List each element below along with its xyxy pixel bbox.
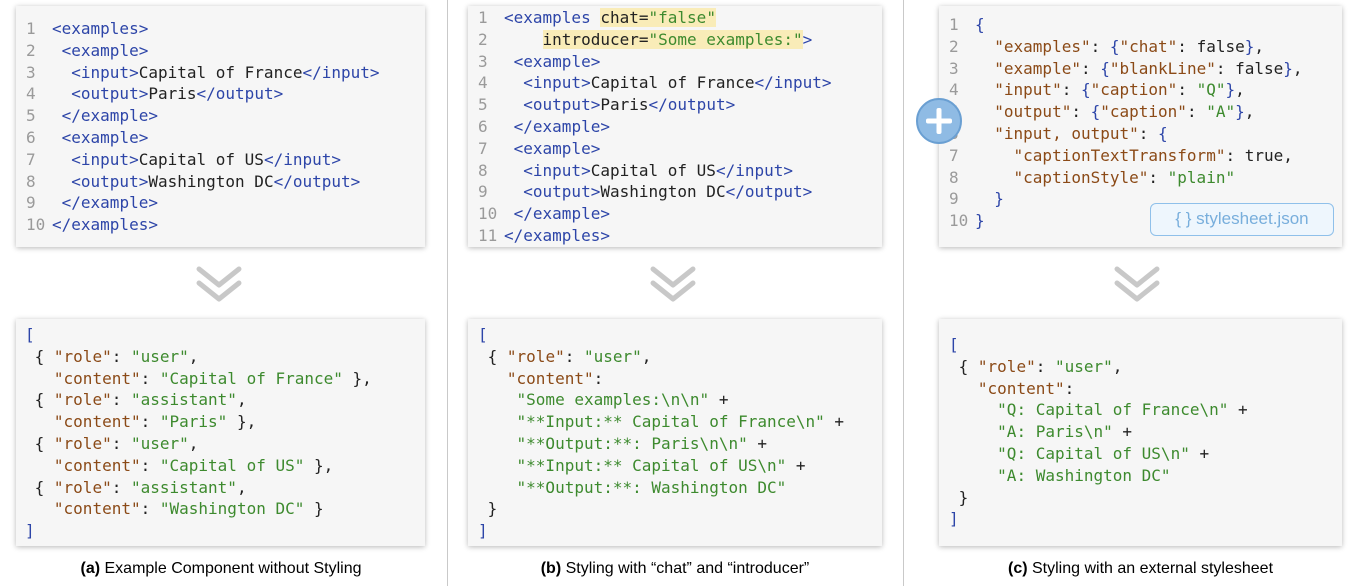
panel-a-output-box: [ { "role": "user", "content": "Capital … [16,319,425,546]
line-number: 5 [26,106,36,126]
line-number: 4 [478,73,488,93]
panel-c-output-box: [ { "role": "user", "content": "Q: Capit… [939,319,1342,546]
caption-a: (a) Example Component without Styling [16,560,426,578]
line-number: 10 [949,211,969,231]
line-number: 10 [26,215,46,235]
caption-b-label: (b) [540,560,562,577]
line-number: 9 [26,193,36,213]
line-number: 7 [26,149,36,169]
line-number: 3 [949,58,959,78]
panel-a-xml-code: 1 <examples> 2 <example> 3 <input>Capital… [26,19,380,235]
caption-b-text: Styling with “chat” and “introducer” [561,560,810,577]
line-number: 11 [478,225,498,245]
caption-c: (c) Styling with an external stylesheet [939,560,1342,578]
line-number: 7 [949,145,959,165]
line-number: 1 [478,8,488,27]
line-number: 8 [949,167,959,187]
panel-c-json-code: 1{ 2 "examples": {"chat": false}, 3 "exa… [949,15,1303,231]
line-number: 1 [949,15,959,34]
line-number: 2 [478,29,488,49]
panel-a-output-code: [ { "role": "user", "content": "Capital … [25,325,372,541]
line-number: 3 [26,62,36,82]
caption-a-text: Example Component without Styling [100,560,362,577]
panel-b-output-box: [ { "role": "user", "content": "Some exa… [468,319,882,546]
line-number: 3 [478,51,488,71]
divider-right [903,0,904,586]
caption-c-text: Styling with an external stylesheet [1027,560,1274,577]
line-number: 2 [949,36,959,56]
panel-b-output-code: [ { "role": "user", "content": "Some exa… [478,325,845,541]
line-number: 4 [26,84,36,104]
chevron-down-icon [1114,266,1160,302]
line-number: 2 [26,40,36,60]
stylesheet-file-badge: { } stylesheet.json [1150,203,1334,236]
chevron-down-icon [196,266,242,302]
panel-b-input-box: 1 <examples chat="false" 2 introducer="So… [468,6,882,247]
caption-a-label: (a) [80,560,101,577]
chevron-down-icon [650,266,696,302]
divider-left [447,0,448,586]
panel-c-output-code: [ { "role": "user", "content": "Q: Capit… [949,335,1248,529]
line-number: 1 [26,19,36,38]
panel-a-input-box: 1 <examples> 2 <example> 3 <input>Capital… [16,6,425,247]
line-number: 5 [478,95,488,115]
caption-c-label: (c) [1007,560,1028,577]
line-number: 6 [26,127,36,147]
panel-b-xml-code: 1 <examples chat="false" 2 introducer="So… [478,8,832,245]
caption-b: (b) Styling with “chat” and “introducer” [468,560,882,578]
line-number: 8 [478,160,488,180]
plus-circle-icon [916,98,962,144]
line-number: 10 [478,204,498,224]
line-number: 9 [949,189,959,209]
line-number: 7 [478,138,488,158]
line-number: 9 [478,182,488,202]
line-number: 6 [478,116,488,136]
line-number: 8 [26,171,36,191]
